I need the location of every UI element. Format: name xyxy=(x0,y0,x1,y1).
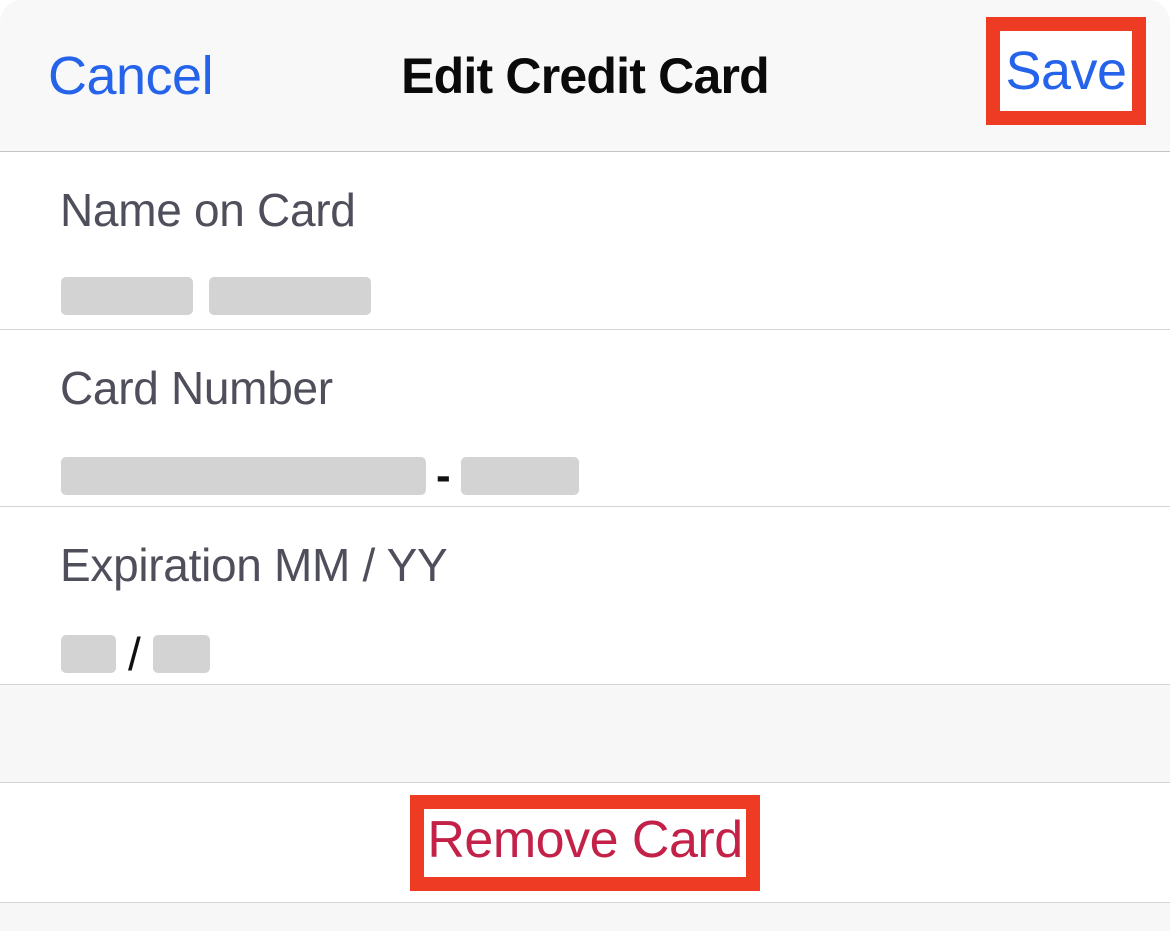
navigation-bar: Cancel Edit Credit Card Save xyxy=(0,0,1170,152)
redacted-card-number-tail xyxy=(460,457,579,496)
redacted-card-number-main xyxy=(61,457,426,496)
screen: Cancel Edit Credit Card Save Name on Car… xyxy=(0,0,1170,933)
field-row-expiration[interactable]: Expiration MM / YY / xyxy=(0,507,1170,685)
redacted-expiration-year xyxy=(152,635,210,674)
field-value-expiration[interactable]: / xyxy=(0,631,1170,695)
redacted-first-name xyxy=(61,277,193,316)
card-number-separator: - xyxy=(436,451,451,501)
redacted-expiration-month xyxy=(61,635,116,674)
expiration-separator: / xyxy=(128,628,141,681)
field-label-expiration: Expiration MM / YY xyxy=(60,539,448,591)
field-row-name-on-card[interactable]: Name on Card xyxy=(0,152,1170,330)
save-button[interactable]: Save xyxy=(1000,31,1132,111)
remove-card-highlight: Remove Card xyxy=(410,794,760,891)
field-value-name-on-card[interactable] xyxy=(0,276,1170,334)
section-spacer xyxy=(0,685,1170,783)
field-row-card-number[interactable]: Card Number - xyxy=(0,330,1170,507)
bottom-filler xyxy=(0,903,1170,931)
remove-card-button[interactable]: Remove Card xyxy=(423,814,746,872)
edit-credit-card-sheet: Cancel Edit Credit Card Save Name on Car… xyxy=(0,0,1170,933)
save-button-highlight: Save xyxy=(986,17,1146,125)
field-label-card-number: Card Number xyxy=(60,362,333,414)
field-label-name-on-card: Name on Card xyxy=(60,184,356,236)
remove-card-row[interactable]: Remove Card xyxy=(0,783,1170,903)
redacted-last-name xyxy=(209,277,371,316)
